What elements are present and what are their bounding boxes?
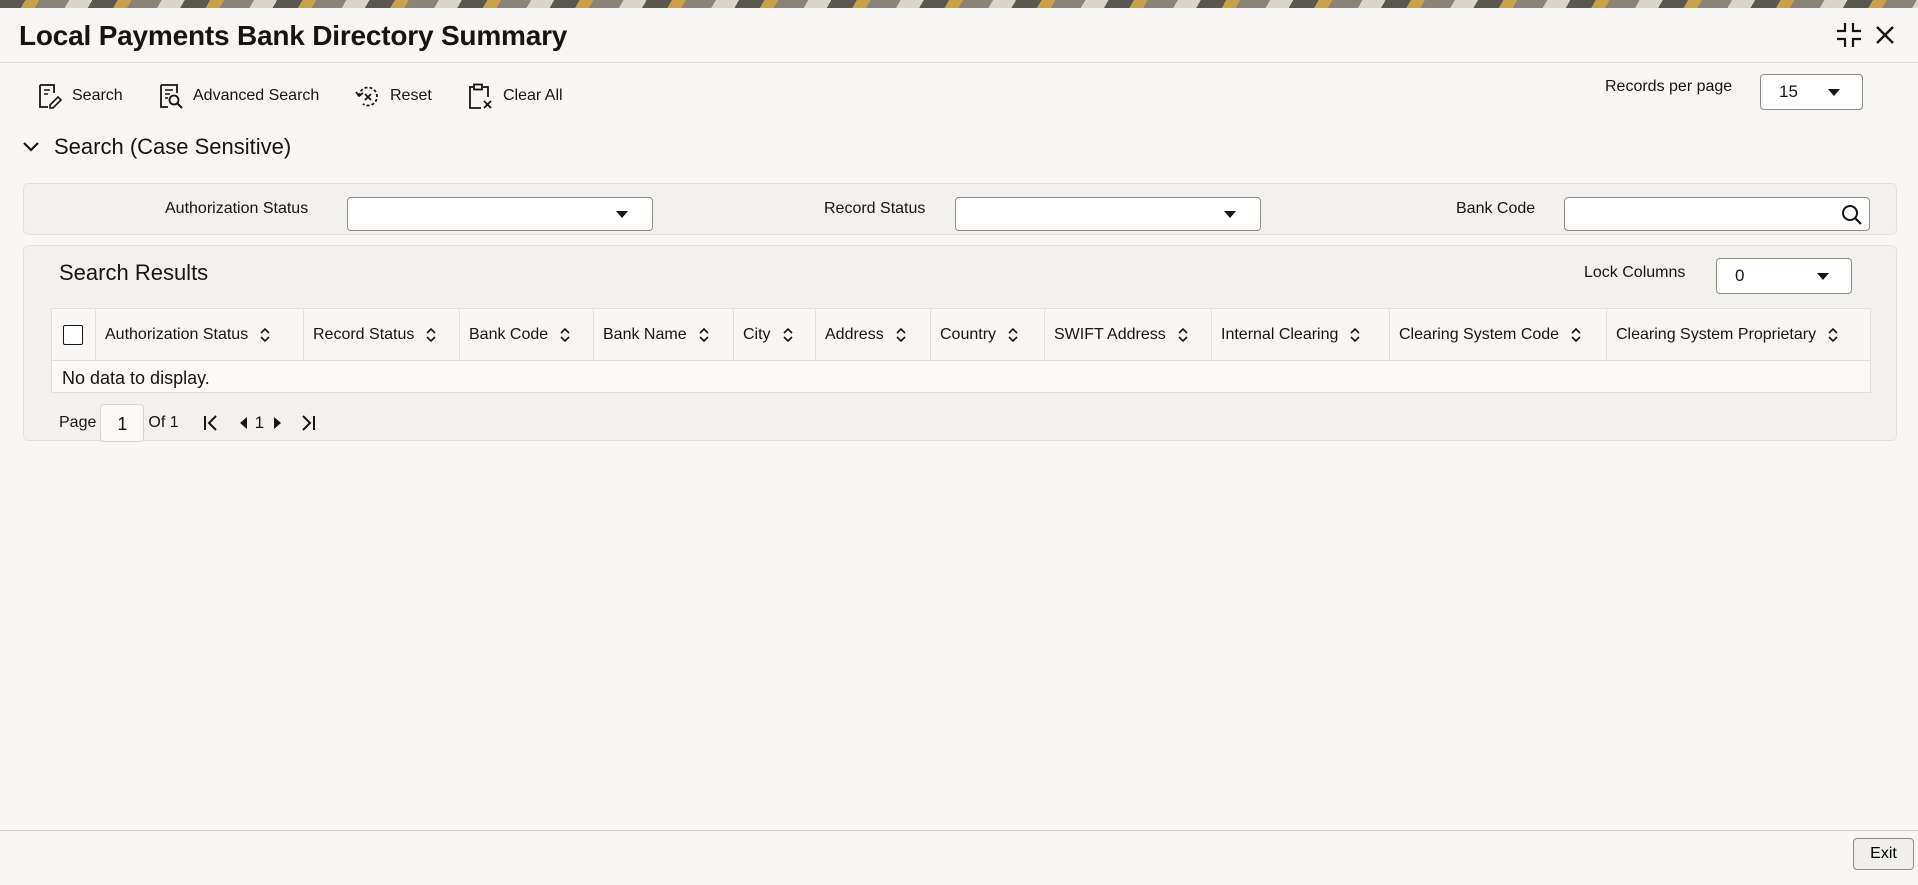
records-per-page-value: 15	[1779, 82, 1798, 101]
sort-icon[interactable]	[697, 327, 711, 343]
bank-code-field[interactable]	[1564, 197, 1870, 231]
search-icon[interactable]	[1839, 202, 1865, 228]
page-title: Local Payments Bank Directory Summary	[19, 20, 568, 51]
lock-columns-value: 0	[1735, 266, 1745, 285]
title-bar: Local Payments Bank Directory Summary	[0, 8, 1918, 63]
column-label: Bank Name	[603, 326, 687, 343]
column-label: SWIFT Address	[1054, 326, 1166, 343]
column-header-country[interactable]: Country	[931, 309, 1045, 361]
column-header-bank-code[interactable]: Bank Code	[460, 309, 594, 361]
advanced-search-button[interactable]: Advanced Search	[157, 82, 319, 110]
clipboard-icon	[469, 83, 492, 109]
authorization-status-select[interactable]	[347, 197, 653, 231]
record-status-select[interactable]	[955, 197, 1261, 231]
search-results-title: Search Results	[59, 260, 209, 285]
previous-page-icon[interactable]	[237, 413, 251, 433]
sort-icon[interactable]	[558, 327, 572, 343]
search-section-title: Search (Case Sensitive)	[54, 134, 292, 159]
column-header-swift-address[interactable]: SWIFT Address	[1045, 309, 1212, 361]
advanced-search-button-label: Advanced Search	[193, 87, 320, 104]
search-doc-icon	[39, 84, 62, 109]
chevron-down-icon	[616, 210, 628, 218]
records-per-page-select[interactable]: 15	[1760, 74, 1863, 110]
column-header-bank-name[interactable]: Bank Name	[594, 309, 734, 361]
column-header-authorization-status[interactable]: Authorization Status	[96, 309, 304, 361]
page-number-input[interactable]: 1	[100, 404, 145, 442]
advanced-search-icon	[160, 84, 183, 109]
next-page-icon[interactable]	[270, 413, 284, 433]
column-label: Country	[940, 326, 997, 343]
header-decoration	[0, 0, 1918, 8]
sort-icon[interactable]	[781, 327, 795, 343]
column-header-city[interactable]: City	[734, 309, 816, 361]
column-header-record-status[interactable]: Record Status	[304, 309, 460, 361]
page-label: Page	[59, 414, 97, 431]
chevron-down-icon	[1224, 210, 1236, 218]
search-section-toggle[interactable]: Search (Case Sensitive)	[22, 134, 291, 160]
table-header: Authorization Status Record Status Bank …	[52, 309, 1870, 361]
column-header-address[interactable]: Address	[816, 309, 931, 361]
bank-code-label: Bank Code	[1456, 200, 1536, 217]
reset-button[interactable]: Reset	[354, 82, 432, 110]
empty-message: No data to display.	[62, 368, 210, 388]
column-header-clearing-system-code[interactable]: Clearing System Code	[1390, 309, 1607, 361]
last-page-icon[interactable]	[298, 413, 318, 433]
clear-all-button-label: Clear All	[503, 87, 563, 104]
reset-button-label: Reset	[390, 87, 432, 104]
search-button-label: Search	[72, 87, 123, 104]
column-label: City	[743, 326, 771, 343]
record-status-label: Record Status	[824, 200, 926, 217]
chevron-down-icon	[23, 142, 39, 152]
toolbar: Search Advanced Search Reset Clear All R…	[0, 70, 1918, 120]
select-all-checkbox[interactable]	[63, 325, 83, 345]
select-all-cell	[52, 309, 96, 361]
app-window: Local Payments Bank Directory Summary Se…	[0, 8, 1918, 885]
chevron-down-icon	[1817, 272, 1829, 280]
close-icon[interactable]	[1870, 20, 1900, 50]
column-label: Bank Code	[469, 326, 549, 343]
sort-icon[interactable]	[1176, 327, 1190, 343]
collapse-icon[interactable]	[1834, 20, 1864, 50]
column-label: Address	[825, 326, 884, 343]
sort-icon[interactable]	[1826, 327, 1840, 343]
sort-icon[interactable]	[258, 327, 272, 343]
column-header-clearing-system-proprietary[interactable]: Clearing System Proprietary	[1607, 309, 1870, 361]
sort-icon[interactable]	[424, 327, 438, 343]
column-label: Record Status	[313, 326, 415, 343]
page-count-label: Of 1	[148, 414, 179, 431]
pagination: Page 1 Of 1 1	[59, 404, 318, 442]
clear-all-button[interactable]: Clear All	[467, 82, 563, 110]
results-table: Authorization Status Record Status Bank …	[51, 308, 1871, 393]
search-button[interactable]: Search	[36, 82, 123, 110]
current-page-indicator: 1	[254, 413, 265, 432]
lock-columns-label: Lock Columns	[1584, 264, 1686, 281]
column-label: Internal Clearing	[1221, 326, 1339, 343]
column-label: Clearing System Proprietary	[1616, 326, 1817, 343]
sort-icon[interactable]	[1569, 327, 1583, 343]
authorization-status-label: Authorization Status	[165, 200, 309, 217]
sort-icon[interactable]	[1006, 327, 1020, 343]
search-criteria-panel: Authorization Status Record Status Bank …	[23, 183, 1897, 235]
column-label: Clearing System Code	[1399, 326, 1560, 343]
bank-code-input[interactable]	[1565, 198, 1835, 228]
column-label: Authorization Status	[105, 326, 249, 343]
reset-icon	[355, 86, 378, 107]
records-per-page-label: Records per page	[1605, 78, 1733, 95]
lock-columns-select[interactable]: 0	[1716, 258, 1852, 294]
chevron-down-icon	[1828, 88, 1840, 96]
sort-icon[interactable]	[894, 327, 908, 343]
first-page-icon[interactable]	[201, 413, 221, 433]
exit-button[interactable]: Exit	[1853, 838, 1914, 870]
column-header-internal-clearing[interactable]: Internal Clearing	[1212, 309, 1390, 361]
sort-icon[interactable]	[1348, 327, 1362, 343]
search-results-panel: Search Results Lock Columns 0 Authorizat…	[23, 245, 1897, 442]
